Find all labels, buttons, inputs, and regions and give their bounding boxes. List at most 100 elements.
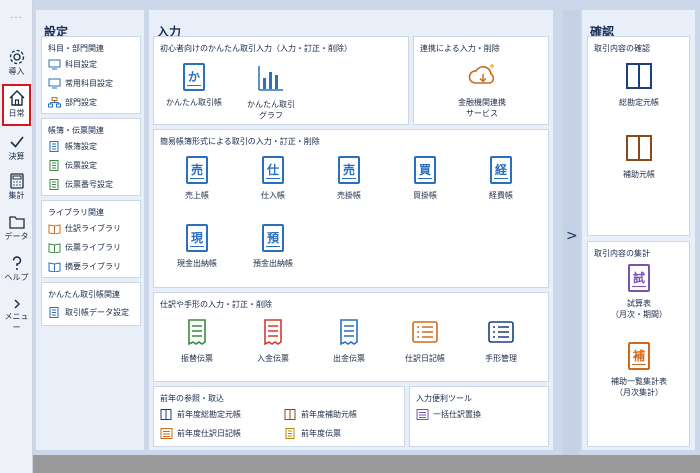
nav-introduction[interactable]: 導入: [2, 48, 31, 77]
link-prev-journal-book[interactable]: 前年度仕訳日記帳: [160, 426, 241, 440]
payable-ledger-icon: 買: [414, 156, 436, 184]
link-common-account-settings[interactable]: 常用科目設定: [48, 76, 113, 90]
nav-label: データ: [4, 232, 29, 241]
link-label: 摘要ライブラリ: [65, 261, 121, 271]
card-title: 簡易帳簿形式による取引の入力・訂正・削除: [160, 137, 320, 146]
nav-menu[interactable]: メニュー: [2, 297, 31, 333]
link-slip-library[interactable]: 伝票ライブラリ: [48, 240, 121, 254]
chevron-right-icon: [14, 299, 20, 309]
tile-deposit-book[interactable]: 預 預金出納帳: [242, 224, 304, 269]
nav-daily[interactable]: 日常: [2, 84, 31, 126]
link-prev-slip[interactable]: 前年度伝票: [284, 426, 341, 440]
card-title: 初心者向けのかんたん取引入力（入力・訂正・削除）: [160, 44, 352, 53]
nav-data[interactable]: データ: [2, 213, 31, 242]
sub-summary-icon: 補: [628, 342, 650, 370]
open-book-icon: [48, 242, 61, 253]
link-label: 仕訳ライブラリ: [65, 223, 121, 233]
link-book-settings[interactable]: 帳簿設定: [48, 139, 97, 153]
tile-cash-book[interactable]: 現 現金出納帳: [166, 224, 228, 269]
tile-bank-linkage[interactable]: 金融機関連携 サービス: [451, 61, 513, 119]
link-label: 科目設定: [65, 59, 97, 69]
tile-payment-slip[interactable]: 出金伝票: [318, 317, 380, 364]
deposit-slip-icon: [264, 319, 282, 346]
contents-confirm-card: 取引内容の確認 総勘定元帳 補助元帳: [587, 36, 690, 236]
tile-label: 経費帳: [489, 191, 513, 200]
tile-sub-ledger[interactable]: 補助元帳: [608, 133, 670, 180]
link-label: 取引帳データ設定: [65, 307, 129, 317]
tile-easy-ledger-graph[interactable]: かんたん取引 グラフ: [240, 63, 302, 121]
card-title: 前年の参照・取込: [160, 394, 224, 403]
nav-label: 決算: [8, 152, 25, 161]
group-title: かんたん取引帳関連: [48, 290, 120, 299]
tile-transfer-slip[interactable]: 振替伝票: [166, 317, 228, 364]
open-book-icon: [48, 261, 61, 272]
previous-year-card: 前年の参照・取込 前年度総勘定元帳 前年度補助元帳 前年度仕訳日記帳 前年度伝票: [153, 386, 405, 447]
input-tools-card: 入力便利ツール 一括仕訳置換: [409, 386, 549, 447]
link-prev-sub-ledger[interactable]: 前年度補助元帳: [284, 407, 357, 421]
chevron-right-icon: >: [566, 228, 578, 244]
tile-journal-book[interactable]: 仕訳日記帳: [394, 317, 456, 364]
sales-ledger-icon: 売: [186, 156, 208, 184]
beginner-input-card: 初心者向けのかんたん取引入力（入力・訂正・削除） か かんたん取引帳 かんたん取…: [153, 36, 409, 125]
card-title: 仕訳や手形の入力・訂正・削除: [160, 300, 272, 309]
link-bulk-replace[interactable]: 一括仕訳置換: [416, 407, 481, 421]
tile-purchase-ledger[interactable]: 仕 仕入帳: [242, 156, 304, 201]
tile-payable-ledger[interactable]: 買 買掛帳: [394, 156, 456, 201]
link-summary-library[interactable]: 摘要ライブラリ: [48, 259, 121, 273]
link-slip-number-settings[interactable]: 伝票番号設定: [48, 177, 113, 191]
tile-label: 売上帳: [185, 191, 209, 200]
link-label: 伝票設定: [65, 160, 97, 170]
link-journal-library[interactable]: 仕訳ライブラリ: [48, 221, 121, 235]
check-icon: [9, 136, 24, 148]
tile-sub-summary[interactable]: 補 補助一覧集計表 （月次集計）: [598, 342, 680, 398]
tile-trial-balance[interactable]: 試 試算表 （月次・期間）: [598, 264, 680, 320]
card-title: 入力便利ツール: [416, 394, 472, 403]
calculator-icon: [9, 173, 24, 189]
tile-label: 入金伝票: [257, 354, 289, 363]
linkage-input-card: 連携による入力・削除 金融機関連携 サービス: [413, 36, 549, 125]
expand-panel-button[interactable]: >: [563, 10, 580, 455]
cloud-download-icon: [468, 64, 495, 84]
card-title: 取引内容の集計: [594, 249, 650, 258]
group-title: ライブラリ関連: [48, 208, 104, 217]
tile-receivable-ledger[interactable]: 売 売掛帳: [318, 156, 380, 201]
card-title: 取引内容の確認: [594, 44, 650, 53]
monitor-icon: [48, 59, 61, 70]
tile-deposit-slip[interactable]: 入金伝票: [242, 317, 304, 364]
link-label: 前年度仕訳日記帳: [177, 428, 241, 438]
more-dots-icon[interactable]: ···: [0, 13, 33, 24]
tile-sales-ledger[interactable]: 売 売上帳: [166, 156, 228, 201]
group-title: 科目・部門関連: [48, 44, 104, 53]
nav-label: 導入: [8, 67, 25, 76]
link-ledger-data-settings[interactable]: 取引帳データ設定: [48, 305, 129, 319]
group-title: 帳簿・伝票関連: [48, 126, 104, 135]
link-prev-general-ledger[interactable]: 前年度総勘定元帳: [160, 407, 241, 421]
nav-closing[interactable]: 決算: [2, 133, 31, 162]
settings-column: 設定 科目・部門関連 科目設定 常用科目設定 部門設定 帳簿・伝票関連 帳簿設定: [36, 10, 144, 450]
tile-label: かんたん取引 グラフ: [247, 100, 295, 120]
nav-summary[interactable]: 集計: [2, 172, 31, 201]
book-icon: [160, 408, 173, 420]
journal-card: 仕訳や手形の入力・訂正・削除 振替伝票 入金伝票 出金伝票 仕訳日記帳 手形管理: [153, 292, 549, 382]
purchase-ledger-icon: 仕: [262, 156, 284, 184]
contents-summary-card: 取引内容の集計 試 試算表 （月次・期間） 補 補助一覧集計表 （月次集計）: [587, 241, 690, 447]
tile-label: 手形管理: [485, 354, 517, 363]
easy-ledger-icon: か: [183, 63, 205, 91]
trial-balance-icon: 試: [628, 264, 650, 292]
tile-bill-management[interactable]: 手形管理: [470, 317, 532, 364]
nav-help[interactable]: ヘルプ: [2, 254, 31, 283]
link-department-settings[interactable]: 部門設定: [48, 95, 97, 109]
tile-label: 仕入帳: [261, 191, 285, 200]
bill-management-icon: [488, 321, 514, 343]
folder-icon: [8, 216, 25, 229]
link-account-settings[interactable]: 科目設定: [48, 57, 97, 71]
receivable-ledger-icon: 売: [338, 156, 360, 184]
nav-label: ヘルプ: [4, 273, 29, 282]
settings-group-books: 帳簿・伝票関連 帳簿設定 伝票設定 伝票番号設定: [41, 118, 141, 196]
tile-easy-ledger[interactable]: か かんたん取引帳: [163, 63, 225, 108]
link-slip-settings[interactable]: 伝票設定: [48, 158, 97, 172]
confirm-column: 確認 取引内容の確認 総勘定元帳 補助元帳 取引内容の集計 試 試算表 （月次・…: [582, 10, 695, 450]
settings-group-easy-ledger: かんたん取引帳関連 取引帳データ設定: [41, 282, 141, 326]
tile-general-ledger[interactable]: 総勘定元帳: [608, 61, 670, 108]
tile-expense-ledger[interactable]: 経 経費帳: [470, 156, 532, 201]
